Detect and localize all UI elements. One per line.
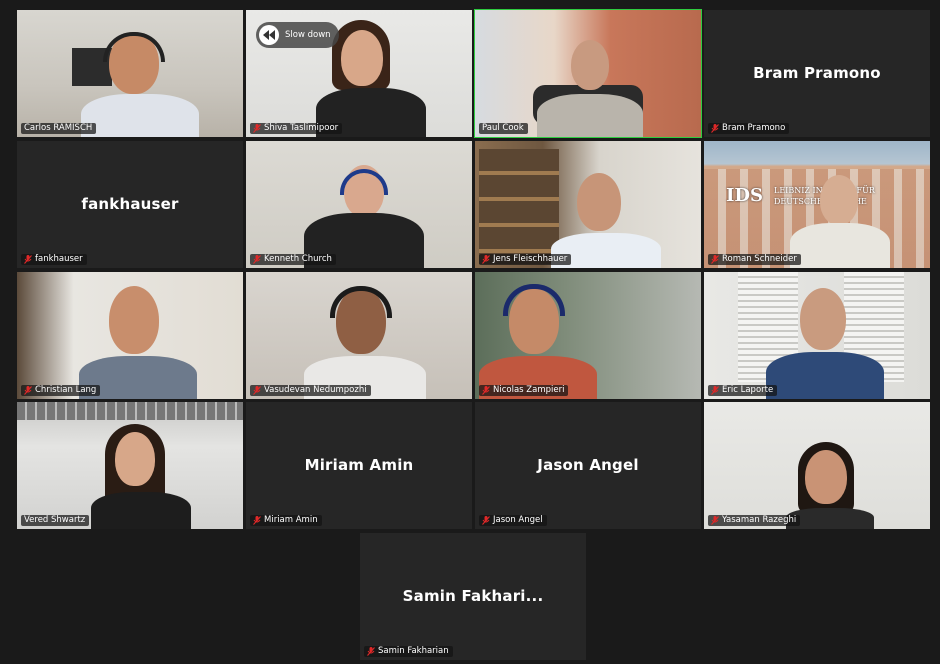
participant-video-body bbox=[537, 94, 643, 137]
name-tag: Samin Fakharian bbox=[364, 646, 453, 657]
name-tag: Paul Cook bbox=[479, 123, 528, 134]
name-tag: Carlos RAMISCH bbox=[21, 123, 97, 134]
participant-tile-vered-shwartz[interactable]: Vered Shwartz bbox=[17, 402, 243, 529]
name-tag: Shiva Taslimipoor bbox=[250, 123, 343, 134]
video-gallery: Carlos RAMISCH Slow down Shiva Taslimipo… bbox=[0, 0, 940, 664]
participant-video-body bbox=[790, 223, 890, 268]
muted-mic-icon bbox=[711, 124, 719, 133]
name-tag: Yasaman Razeghi bbox=[708, 515, 801, 526]
participant-name: Vered Shwartz bbox=[24, 515, 86, 525]
participant-display-name: fankhauser bbox=[81, 194, 179, 213]
background-logo: IDS bbox=[726, 185, 764, 206]
ceiling bbox=[17, 402, 243, 420]
participant-name: fankhauser bbox=[35, 254, 83, 264]
name-tag: Kenneth Church bbox=[250, 254, 336, 265]
participant-name: Carlos RAMISCH bbox=[24, 123, 93, 133]
participant-name: Miriam Amin bbox=[264, 515, 318, 525]
muted-mic-icon bbox=[482, 386, 490, 395]
muted-mic-icon bbox=[482, 255, 490, 264]
participant-name: Nicolas Zampieri bbox=[493, 385, 565, 395]
participant-tile-bram-pramono[interactable]: Bram Pramono Bram Pramono bbox=[704, 10, 930, 137]
participant-video-head bbox=[800, 288, 846, 350]
muted-mic-icon bbox=[253, 386, 261, 395]
participant-video-body bbox=[81, 94, 199, 137]
participant-tile-roman-schneider[interactable]: IDS LEIBNIZ INSTITUT FÜRDEUTSCHE SPRACHE… bbox=[704, 141, 930, 268]
name-tag: Jason Angel bbox=[479, 515, 547, 526]
participant-tile-eric-laporte[interactable]: Eric Laporte bbox=[704, 272, 930, 399]
muted-mic-icon bbox=[367, 647, 375, 656]
participant-display-name: Bram Pramono bbox=[753, 63, 881, 82]
name-tag: Vered Shwartz bbox=[21, 515, 90, 526]
rewind-icon bbox=[259, 25, 279, 45]
participant-video-face bbox=[341, 30, 383, 86]
participant-tile-nicolas-zampieri[interactable]: Nicolas Zampieri bbox=[475, 272, 701, 399]
participant-tile-samin-fakharian[interactable]: Samin Fakhari... Samin Fakharian bbox=[360, 533, 586, 660]
name-tag: Jens Fleischhauer bbox=[479, 254, 572, 265]
participant-video-head bbox=[577, 173, 621, 231]
participant-video-body bbox=[91, 492, 191, 529]
participant-video-body bbox=[766, 352, 884, 399]
participant-tile-christian-lang[interactable]: Christian Lang bbox=[17, 272, 243, 399]
participant-name: Jens Fleischhauer bbox=[493, 254, 568, 264]
participant-video-head bbox=[820, 175, 858, 225]
participant-name: Roman Schneider bbox=[722, 254, 797, 264]
slow-down-reaction: Slow down bbox=[256, 22, 339, 48]
muted-mic-icon bbox=[253, 124, 261, 133]
bookshelf bbox=[479, 149, 559, 264]
participant-video-head bbox=[115, 432, 155, 486]
name-tag: fankhauser bbox=[21, 254, 87, 265]
name-tag: Vasudevan Nedumpozhi bbox=[250, 385, 371, 396]
name-tag: Eric Laporte bbox=[708, 385, 778, 396]
participant-display-name: Samin Fakhari... bbox=[402, 586, 544, 605]
muted-mic-icon bbox=[253, 516, 261, 525]
muted-mic-icon bbox=[482, 516, 490, 525]
name-tag: Nicolas Zampieri bbox=[479, 385, 569, 396]
muted-mic-icon bbox=[253, 255, 261, 264]
name-tag: Bram Pramono bbox=[708, 123, 790, 134]
participant-tile-paul-cook[interactable]: Paul Cook bbox=[474, 9, 702, 138]
slow-down-label: Slow down bbox=[285, 30, 331, 40]
participant-tile-kenneth-church[interactable]: Kenneth Church bbox=[246, 141, 472, 268]
participant-name: Bram Pramono bbox=[722, 123, 786, 133]
participant-name: Kenneth Church bbox=[264, 254, 332, 264]
participant-tile-miriam-amin[interactable]: Miriam Amin Miriam Amin bbox=[246, 402, 472, 529]
name-tag: Roman Schneider bbox=[708, 254, 801, 265]
participant-name: Samin Fakharian bbox=[378, 646, 449, 656]
participant-name: Christian Lang bbox=[35, 385, 97, 395]
participant-name: Jason Angel bbox=[493, 515, 543, 525]
participant-tile-vasudevan-nedumpozhi[interactable]: Vasudevan Nedumpozhi bbox=[246, 272, 472, 399]
participant-tile-carlos-ramisch[interactable]: Carlos RAMISCH bbox=[17, 10, 243, 137]
participant-tile-yasaman-razeghi[interactable]: Yasaman Razeghi bbox=[704, 402, 930, 529]
name-tag: Miriam Amin bbox=[250, 515, 322, 526]
participant-name: Vasudevan Nedumpozhi bbox=[264, 385, 367, 395]
participant-name: Yasaman Razeghi bbox=[722, 515, 797, 525]
name-tag: Christian Lang bbox=[21, 385, 101, 396]
participant-display-name: Jason Angel bbox=[537, 455, 639, 474]
participant-video-head bbox=[571, 40, 609, 90]
participant-name: Shiva Taslimipoor bbox=[264, 123, 339, 133]
participant-name: Eric Laporte bbox=[722, 385, 774, 395]
muted-mic-icon bbox=[24, 255, 32, 264]
muted-mic-icon bbox=[711, 255, 719, 264]
participant-display-name: Miriam Amin bbox=[304, 455, 414, 474]
muted-mic-icon bbox=[711, 516, 719, 525]
participant-video-head bbox=[109, 286, 159, 354]
participant-tile-shiva-taslimipoor[interactable]: Slow down Shiva Taslimipoor bbox=[246, 10, 472, 137]
participant-tile-jason-angel[interactable]: Jason Angel Jason Angel bbox=[475, 402, 701, 529]
participant-tile-jens-fleischhauer[interactable]: Jens Fleischhauer bbox=[475, 141, 701, 268]
participant-name: Paul Cook bbox=[482, 123, 524, 133]
participant-video-head bbox=[805, 450, 847, 504]
muted-mic-icon bbox=[711, 386, 719, 395]
participant-tile-fankhauser[interactable]: fankhauser fankhauser bbox=[17, 141, 243, 268]
muted-mic-icon bbox=[24, 386, 32, 395]
